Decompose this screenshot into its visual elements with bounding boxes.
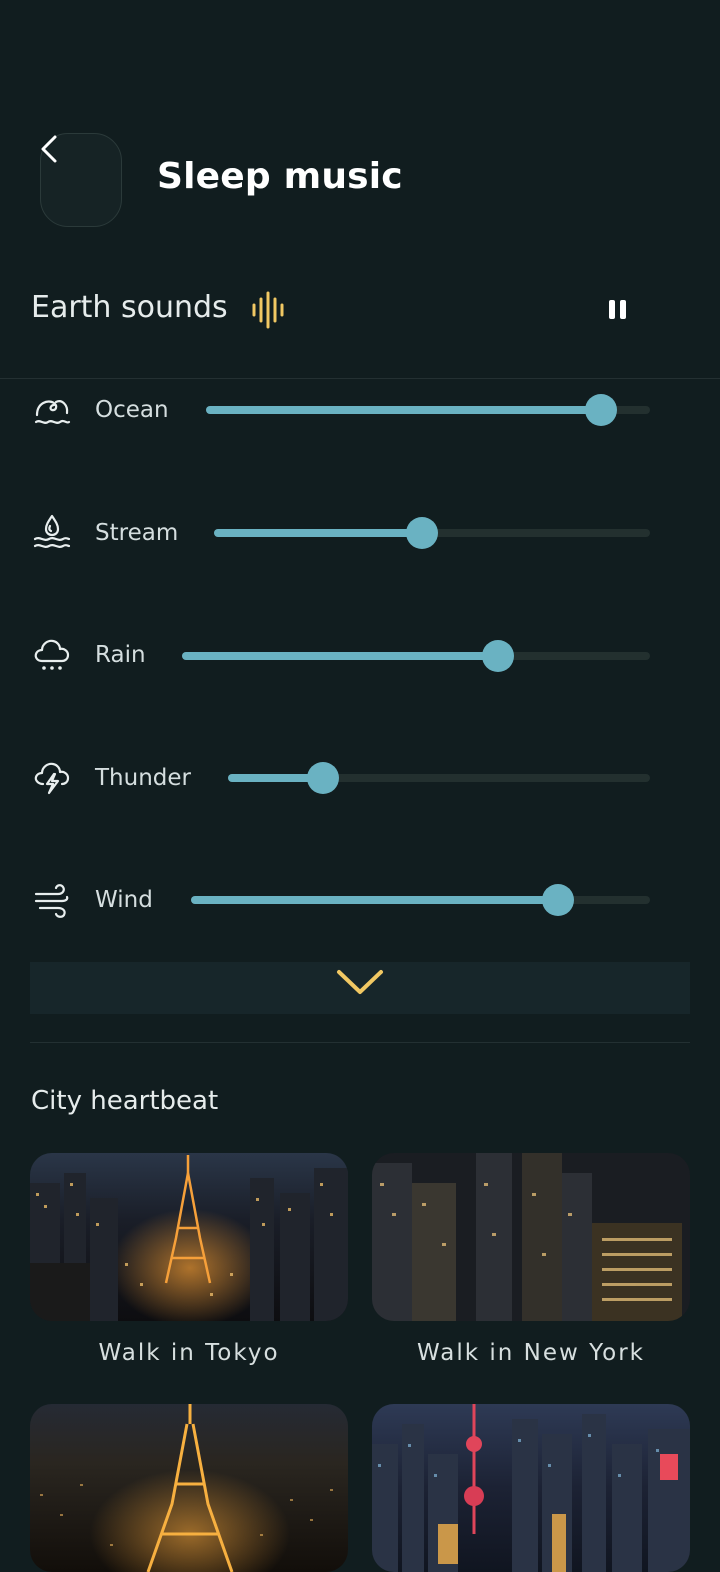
rain-icon (34, 639, 70, 670)
sound-label-ocean: Ocean (95, 397, 169, 423)
sound-label-stream: Stream (95, 520, 179, 546)
pause-button[interactable] (604, 293, 632, 325)
slider-fill (214, 529, 422, 537)
city-card-shanghai[interactable] (372, 1404, 690, 1572)
divider (30, 1042, 690, 1043)
stream-slider[interactable] (214, 517, 650, 549)
city-card-paris[interactable] (30, 1404, 348, 1572)
slider-thumb[interactable] (585, 394, 618, 426)
ocean-slider[interactable] (206, 394, 650, 426)
slider-thumb[interactable] (542, 884, 575, 916)
slider-fill (206, 406, 602, 414)
sound-label-thunder: Thunder (95, 765, 191, 791)
card-caption-new-york: Walk in New York (417, 1340, 645, 1366)
shanghai-night-image (372, 1404, 690, 1572)
city-section-title: City heartbeat (31, 1086, 219, 1116)
slider-thumb[interactable] (405, 517, 438, 549)
slider-thumb[interactable] (481, 640, 514, 672)
slider-fill (182, 652, 498, 660)
rain-slider[interactable] (182, 640, 650, 672)
thunder-slider[interactable] (228, 762, 650, 794)
wind-slider[interactable] (191, 884, 650, 916)
slider-fill (191, 896, 559, 904)
stream-icon (33, 514, 71, 548)
chevron-down-icon[interactable] (334, 966, 386, 998)
tokyo-night-image (30, 1153, 348, 1321)
thunder-icon (34, 762, 70, 795)
new-york-night-image (372, 1153, 690, 1321)
chevron-left-icon[interactable] (36, 134, 62, 164)
card-caption-tokyo: Walk in Tokyo (98, 1340, 280, 1366)
city-card-tokyo[interactable] (30, 1153, 348, 1321)
slider-thumb[interactable] (306, 762, 339, 794)
audio-wave-icon (252, 291, 284, 329)
page-title: Sleep music (157, 156, 403, 197)
section-title: Earth sounds (31, 290, 228, 325)
wind-icon (34, 884, 69, 918)
sound-label-rain: Rain (95, 642, 146, 668)
city-card-new-york[interactable] (372, 1153, 690, 1321)
paris-night-image (30, 1404, 348, 1572)
sound-label-wind: Wind (95, 887, 153, 913)
divider (0, 378, 720, 379)
ocean-icon (34, 400, 71, 424)
